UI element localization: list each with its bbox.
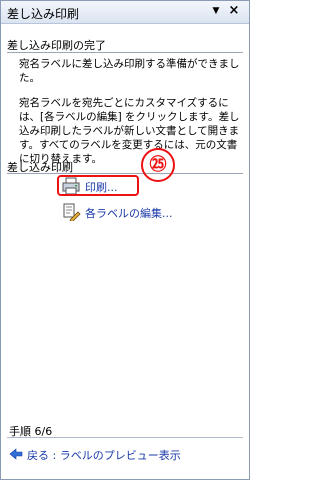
back-arrow-icon [9,448,23,460]
annotation-highlight-box [57,175,139,196]
edit-document-icon [63,203,81,221]
footer-divider [7,437,243,438]
section-heading-complete: 差し込み印刷の完了 [7,39,106,52]
instruction-paragraph-ready: 宛名ラベルに差し込み印刷する準備ができました。 [19,58,240,84]
task-pane-title-bar: 差し込み印刷 ▼ × [1,1,249,24]
mail-merge-task-pane: 差し込み印刷 ▼ × 差し込み印刷の完了 宛名ラベルに差し込み印刷する準備ができ… [0,0,250,480]
back-link-label: 戻る : ラベルのプレビュー表示 [27,449,181,462]
close-icon[interactable]: × [227,4,241,18]
task-pane-title: 差し込み印刷 [7,7,80,21]
task-pane-options-dropdown-icon[interactable]: ▼ [209,4,223,18]
instruction-paragraph-customize: 宛名ラベルを宛先ごとにカスタマイズするには、[各ラベルの編集] をクリックします… [19,97,240,165]
section-divider [7,52,243,53]
section-divider [7,173,243,174]
annotation-step-marker: ㉕ [141,148,175,182]
edit-individual-labels-label: 各ラベルの編集... [85,207,173,220]
